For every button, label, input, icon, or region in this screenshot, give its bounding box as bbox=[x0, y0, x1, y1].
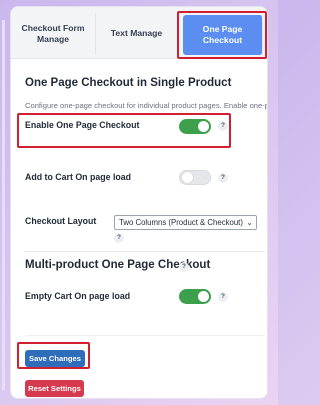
reset-settings-button[interactable]: Reset Settings bbox=[25, 380, 84, 397]
settings-panel: Checkout Form Manage Text Manage One Pag… bbox=[10, 6, 268, 399]
checkout-layout-label: Checkout Layout bbox=[25, 216, 97, 226]
add-to-cart-on-page-load-toggle[interactable] bbox=[179, 170, 211, 185]
chevron-down-icon: ⌄ bbox=[246, 218, 253, 227]
enable-one-page-checkout-label: Enable One Page Checkout bbox=[25, 120, 140, 130]
enable-one-page-checkout-toggle[interactable] bbox=[179, 119, 211, 134]
toggle-knob bbox=[182, 172, 193, 183]
cutoff-column-text: A bbox=[267, 291, 268, 301]
checkout-layout-value: Two Columns (Product & Checkout) bbox=[119, 218, 243, 227]
page-edge bbox=[2, 20, 5, 390]
help-icon[interactable]: ? bbox=[218, 292, 228, 302]
section-divider bbox=[25, 251, 265, 252]
save-changes-button[interactable]: Save Changes bbox=[25, 350, 85, 367]
tab-text-manage[interactable]: Text Manage bbox=[96, 13, 178, 55]
section-description: Configure one-page checkout for individu… bbox=[25, 101, 268, 110]
add-to-cart-on-page-load-label: Add to Cart On page load bbox=[25, 172, 132, 182]
help-icon[interactable]: ? bbox=[114, 233, 124, 243]
tab-checkout-form-manage[interactable]: Checkout Form Manage bbox=[11, 13, 96, 55]
tab-one-page-checkout[interactable]: One Page Checkout bbox=[183, 15, 263, 55]
cutoff-column-text: P bbox=[267, 120, 268, 130]
toggle-knob bbox=[198, 121, 209, 132]
help-icon[interactable]: ? bbox=[218, 173, 228, 183]
section-divider bbox=[25, 335, 265, 336]
help-icon[interactable]: ? bbox=[179, 262, 189, 272]
empty-cart-on-page-load-toggle[interactable] bbox=[179, 289, 211, 304]
toggle-knob bbox=[198, 291, 209, 302]
help-icon[interactable]: ? bbox=[218, 121, 228, 131]
cutoff-column-text: H bbox=[267, 172, 268, 182]
section-title-single-product: One Page Checkout in Single Product bbox=[25, 77, 232, 89]
empty-cart-on-page-load-label: Empty Cart On page load bbox=[25, 291, 131, 301]
checkout-layout-select[interactable]: Two Columns (Product & Checkout) ⌄ bbox=[114, 215, 257, 230]
tab-bar: Checkout Form Manage Text Manage One Pag… bbox=[11, 7, 267, 59]
